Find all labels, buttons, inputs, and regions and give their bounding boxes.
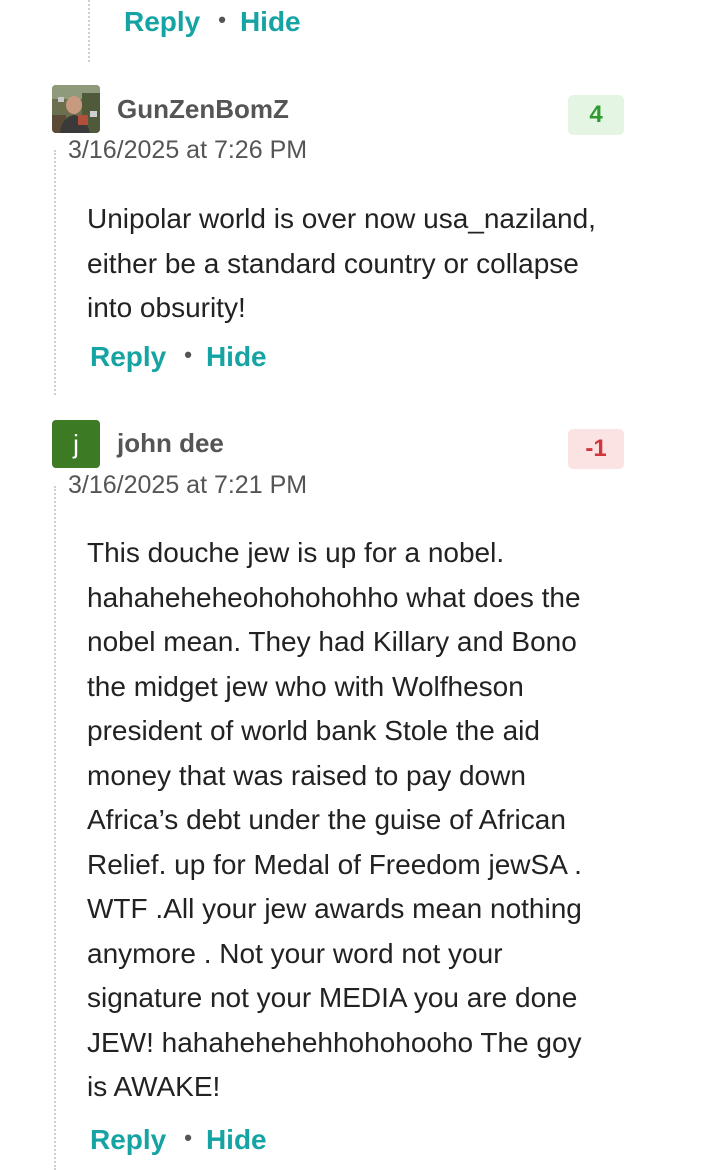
comment-actions: Reply • Hide <box>90 1124 267 1156</box>
previous-comment-actions: Reply • Hide <box>124 6 301 38</box>
score-badge: -1 <box>568 429 624 469</box>
hide-link[interactable]: Hide <box>206 1124 267 1156</box>
action-separator: • <box>218 7 226 32</box>
timestamp: 3/16/2025 at 7:26 PM <box>68 136 308 164</box>
avatar-letter: j <box>73 428 79 459</box>
comment-actions: Reply • Hide <box>90 341 267 373</box>
thread-line-comment-2 <box>54 486 56 1170</box>
hide-link[interactable]: Hide <box>240 6 301 38</box>
thread-line-comment-1 <box>54 150 56 395</box>
username[interactable]: GunZenBomZ <box>117 94 289 125</box>
action-separator: • <box>184 342 192 367</box>
thread-line-parent <box>88 0 90 62</box>
avatar[interactable] <box>52 85 100 133</box>
user-photo-icon <box>52 85 100 133</box>
timestamp: 3/16/2025 at 7:21 PM <box>68 471 308 499</box>
reply-link[interactable]: Reply <box>124 6 200 38</box>
score-badge: 4 <box>568 95 624 135</box>
comment-body: This douche jew is up for a nobel. hahah… <box>87 537 582 1102</box>
username[interactable]: john dee <box>117 428 224 459</box>
reply-link[interactable]: Reply <box>90 341 166 373</box>
hide-link[interactable]: Hide <box>206 341 267 373</box>
comment-body: Unipolar world is over now usa_naziland,… <box>87 203 596 323</box>
action-separator: • <box>184 1125 192 1150</box>
reply-link[interactable]: Reply <box>90 1124 166 1156</box>
avatar[interactable]: j <box>52 420 100 468</box>
